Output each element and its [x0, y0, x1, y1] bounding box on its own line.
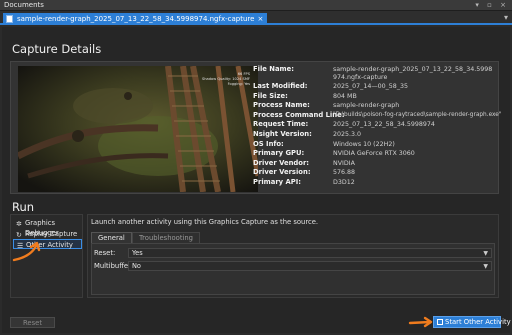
property-value: NVIDIA GeForce RTX 3060 — [333, 150, 415, 158]
property-key: File Size: — [253, 91, 288, 100]
activity-list: ✲ Graphics Debugger ↻ Replay Capture ☰ O… — [10, 214, 83, 298]
property-value: "D:\builds\poison-fog-raytraced\sample-r… — [333, 111, 502, 118]
multibuffer-select[interactable]: No ▼ — [128, 261, 492, 271]
property-row: Driver Vendor: NVIDIA — [253, 159, 493, 169]
property-key: Driver Vendor: — [253, 158, 310, 167]
property-row: Request Time: 2025_07_13_22_58_34.599897… — [253, 120, 493, 130]
chevron-down-icon: ▼ — [483, 250, 488, 257]
window-controls[interactable]: ▾ ▫ × — [475, 1, 509, 9]
activity-item-other-activity[interactable]: ☰ Other Activity — [13, 239, 82, 250]
multibuffer-value: No — [132, 262, 141, 270]
reset-value: Yes — [132, 249, 143, 257]
overlay-line: Fogging: Yes — [227, 82, 250, 86]
activity-item-replay-capture[interactable]: ↻ Replay Capture — [13, 229, 82, 239]
property-row: Process Name: sample-render-graph — [253, 101, 493, 111]
document-icon — [6, 15, 13, 23]
document-tab[interactable]: sample-render-graph_2025_07_13_22_58_34.… — [3, 13, 268, 25]
general-options: Reset: Yes ▼ Multibuffer: No ▼ — [91, 243, 495, 295]
property-row: Driver Version: 576.88 — [253, 168, 493, 178]
run-section: ✲ Graphics Debugger ↻ Replay Capture ☰ O… — [10, 212, 499, 315]
property-row: Process Command Line: "D:\builds\poison-… — [253, 110, 502, 121]
start-button-label: Start Other Activity — [445, 318, 511, 326]
tab-general[interactable]: General — [91, 232, 132, 243]
launch-description: Launch another activity using this Graph… — [91, 218, 319, 226]
window-title: Documents — [4, 1, 44, 9]
property-key: File Name: — [253, 65, 294, 73]
property-row: File Name: sample-render-graph_2025_07_1… — [253, 65, 493, 81]
capture-details-panel: 66 FPS Shadow Quality: 1024 SMF Fogging:… — [10, 61, 502, 194]
reset-option: Reset: Yes ▼ — [94, 248, 492, 259]
window-titlebar: Documents ▾ ▫ × — [0, 0, 512, 11]
launch-icon — [437, 319, 443, 325]
reset-button[interactable]: Reset — [10, 317, 55, 328]
property-key: Process Name: — [253, 101, 310, 110]
property-key: Driver Version: — [253, 168, 311, 177]
document-tabbar: sample-render-graph_2025_07_13_22_58_34.… — [0, 11, 512, 25]
list-icon: ☰ — [17, 242, 24, 250]
capture-properties: File Name: sample-render-graph_2025_07_1… — [253, 65, 502, 188]
property-value: D3D12 — [333, 178, 355, 186]
chevron-down-icon[interactable]: ▾ — [504, 13, 508, 22]
activity-options-panel: Launch another activity using this Graph… — [87, 214, 499, 298]
reset-label: Reset: — [94, 249, 116, 257]
property-key: OS Info: — [253, 139, 284, 148]
property-key: Primary API: — [253, 177, 301, 186]
property-row: Last Modified: 2025_07_14—00_58_35 — [253, 82, 493, 92]
property-value: NVIDIA — [333, 159, 355, 167]
close-icon[interactable]: × — [257, 15, 263, 23]
property-value: sample-render-graph_2025_07_13_22_58_34.… — [333, 66, 493, 81]
bug-icon: ✲ — [16, 220, 22, 228]
property-value: Windows 10 (22H2) — [333, 140, 395, 148]
property-value: 2025.3.0 — [333, 130, 362, 138]
activity-label: Other Activity — [26, 241, 73, 249]
reset-select[interactable]: Yes ▼ — [128, 248, 492, 258]
tab-troubleshooting[interactable]: Troubleshooting — [132, 232, 200, 243]
property-value: 2025_07_13_22_58_34.5998974 — [333, 121, 435, 129]
multibuffer-option: Multibuffer: No ▼ — [94, 261, 492, 272]
property-row: Nsight Version: 2025.3.0 — [253, 130, 493, 140]
activity-label: Replay Capture — [25, 230, 78, 238]
property-row: Primary API: D3D12 — [253, 178, 493, 188]
property-value: 804 MB — [333, 92, 357, 100]
start-other-activity-button[interactable]: Start Other Activity — [433, 316, 511, 328]
property-key: Process Command Line: — [253, 110, 345, 119]
capture-screenshot: 66 FPS Shadow Quality: 1024 SMF Fogging:… — [18, 66, 258, 192]
chevron-down-icon: ▼ — [483, 263, 488, 270]
property-row: OS Info: Windows 10 (22H2) — [253, 140, 493, 150]
property-value: sample-render-graph — [333, 102, 400, 110]
capture-details-heading: Capture Details — [12, 42, 102, 56]
property-value: 576.88 — [333, 169, 356, 177]
screenshot-overlay: 66 FPS Shadow Quality: 1024 SMF Fogging:… — [202, 72, 250, 87]
property-key: Nsight Version: — [253, 129, 312, 138]
property-value: 2025_07_14—00_58_35 — [333, 83, 408, 90]
document-tab-label: sample-render-graph_2025_07_13_22_58_34.… — [17, 15, 255, 23]
property-key: Last Modified: — [253, 82, 308, 90]
property-key: Primary GPU: — [253, 149, 305, 158]
activity-item-graphics-debugger[interactable]: ✲ Graphics Debugger — [13, 218, 82, 237]
property-key: Request Time: — [253, 120, 309, 129]
property-row: File Size: 804 MB — [253, 92, 493, 102]
property-row: Primary GPU: NVIDIA GeForce RTX 3060 — [253, 149, 493, 159]
